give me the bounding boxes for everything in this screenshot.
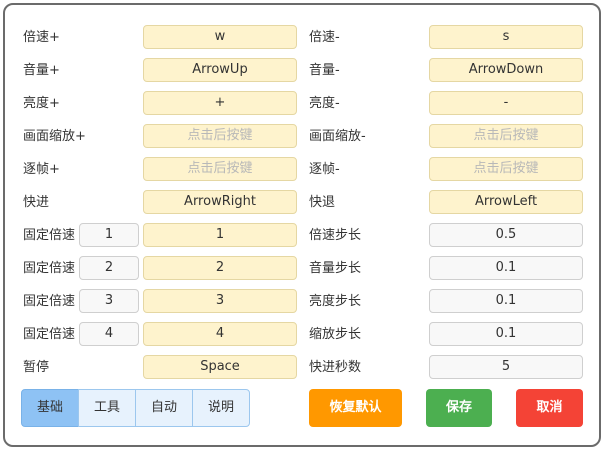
right-setting-label: 倍速步长 xyxy=(309,228,362,243)
right-setting-label: 亮度- xyxy=(309,96,340,111)
cancel-button[interactable]: 取消 xyxy=(516,389,583,427)
shortcut-key-field[interactable]: 点击后按键 xyxy=(143,124,297,148)
right-setting-label: 缩放步长 xyxy=(309,327,362,342)
right-setting-label: 音量步长 xyxy=(309,261,362,276)
shortcut-key-field[interactable]: + xyxy=(143,91,297,115)
tab-auto[interactable]: 自动 xyxy=(135,389,193,427)
shortcut-key-field[interactable]: ArrowUp xyxy=(143,58,297,82)
shortcut-key-field[interactable]: 点击后按键 xyxy=(143,157,297,181)
left-setting-label: 亮度+ xyxy=(23,96,60,111)
left-setting-label: 逐帧+ xyxy=(23,162,60,177)
left-setting-label: 暂停 xyxy=(23,360,50,375)
shortcut-key-field[interactable]: s xyxy=(429,25,583,49)
shortcut-key-field[interactable]: w xyxy=(143,25,297,49)
left-setting-label: 固定倍速 xyxy=(23,327,76,342)
shortcut-key-field[interactable]: 3 xyxy=(143,289,297,313)
tab-basic[interactable]: 基础 xyxy=(21,389,79,427)
save-button[interactable]: 保存 xyxy=(426,389,492,427)
shortcut-key-field[interactable]: 点击后按键 xyxy=(429,157,583,181)
right-setting-label: 音量- xyxy=(309,63,340,78)
restore-defaults-button[interactable]: 恢复默认 xyxy=(309,389,402,427)
fixed-speed-value-input[interactable]: 3 xyxy=(79,289,139,313)
left-setting-label: 画面缩放+ xyxy=(23,129,86,144)
step-value-input[interactable]: 0.5 xyxy=(429,223,583,247)
right-setting-label: 亮度步长 xyxy=(309,294,362,309)
tab-tools[interactable]: 工具 xyxy=(78,389,136,427)
shortcut-key-field[interactable]: 2 xyxy=(143,256,297,280)
fixed-speed-value-input[interactable]: 2 xyxy=(79,256,139,280)
left-setting-label: 倍速+ xyxy=(23,30,60,45)
left-setting-label: 固定倍速 xyxy=(23,261,76,276)
step-value-input[interactable]: 0.1 xyxy=(429,289,583,313)
right-setting-label: 画面缩放- xyxy=(309,129,366,144)
shortcut-key-field[interactable]: 点击后按键 xyxy=(429,124,583,148)
right-setting-label: 逐帧- xyxy=(309,162,340,177)
tab-help[interactable]: 说明 xyxy=(192,389,250,427)
step-value-input[interactable]: 5 xyxy=(429,355,583,379)
shortcut-key-field[interactable]: 1 xyxy=(143,223,297,247)
left-setting-label: 快进 xyxy=(23,195,50,210)
shortcut-key-field[interactable]: ArrowRight xyxy=(143,190,297,214)
right-setting-label: 倍速- xyxy=(309,30,340,45)
left-setting-label: 固定倍速 xyxy=(23,294,76,309)
left-setting-label: 固定倍速 xyxy=(23,228,76,243)
shortcut-key-field[interactable]: ArrowLeft xyxy=(429,190,583,214)
shortcut-key-field[interactable]: 4 xyxy=(143,322,297,346)
fixed-speed-value-input[interactable]: 4 xyxy=(79,322,139,346)
fixed-speed-value-input[interactable]: 1 xyxy=(79,223,139,247)
left-setting-label: 音量+ xyxy=(23,63,60,78)
shortcut-key-field[interactable]: - xyxy=(429,91,583,115)
right-setting-label: 快退 xyxy=(309,195,336,210)
step-value-input[interactable]: 0.1 xyxy=(429,322,583,346)
settings-tab-bar: 基础 工具 自动 说明 xyxy=(21,389,250,427)
right-setting-label: 快进秒数 xyxy=(309,360,362,375)
shortcut-key-field[interactable]: Space xyxy=(143,355,297,379)
shortcut-key-field[interactable]: ArrowDown xyxy=(429,58,583,82)
step-value-input[interactable]: 0.1 xyxy=(429,256,583,280)
